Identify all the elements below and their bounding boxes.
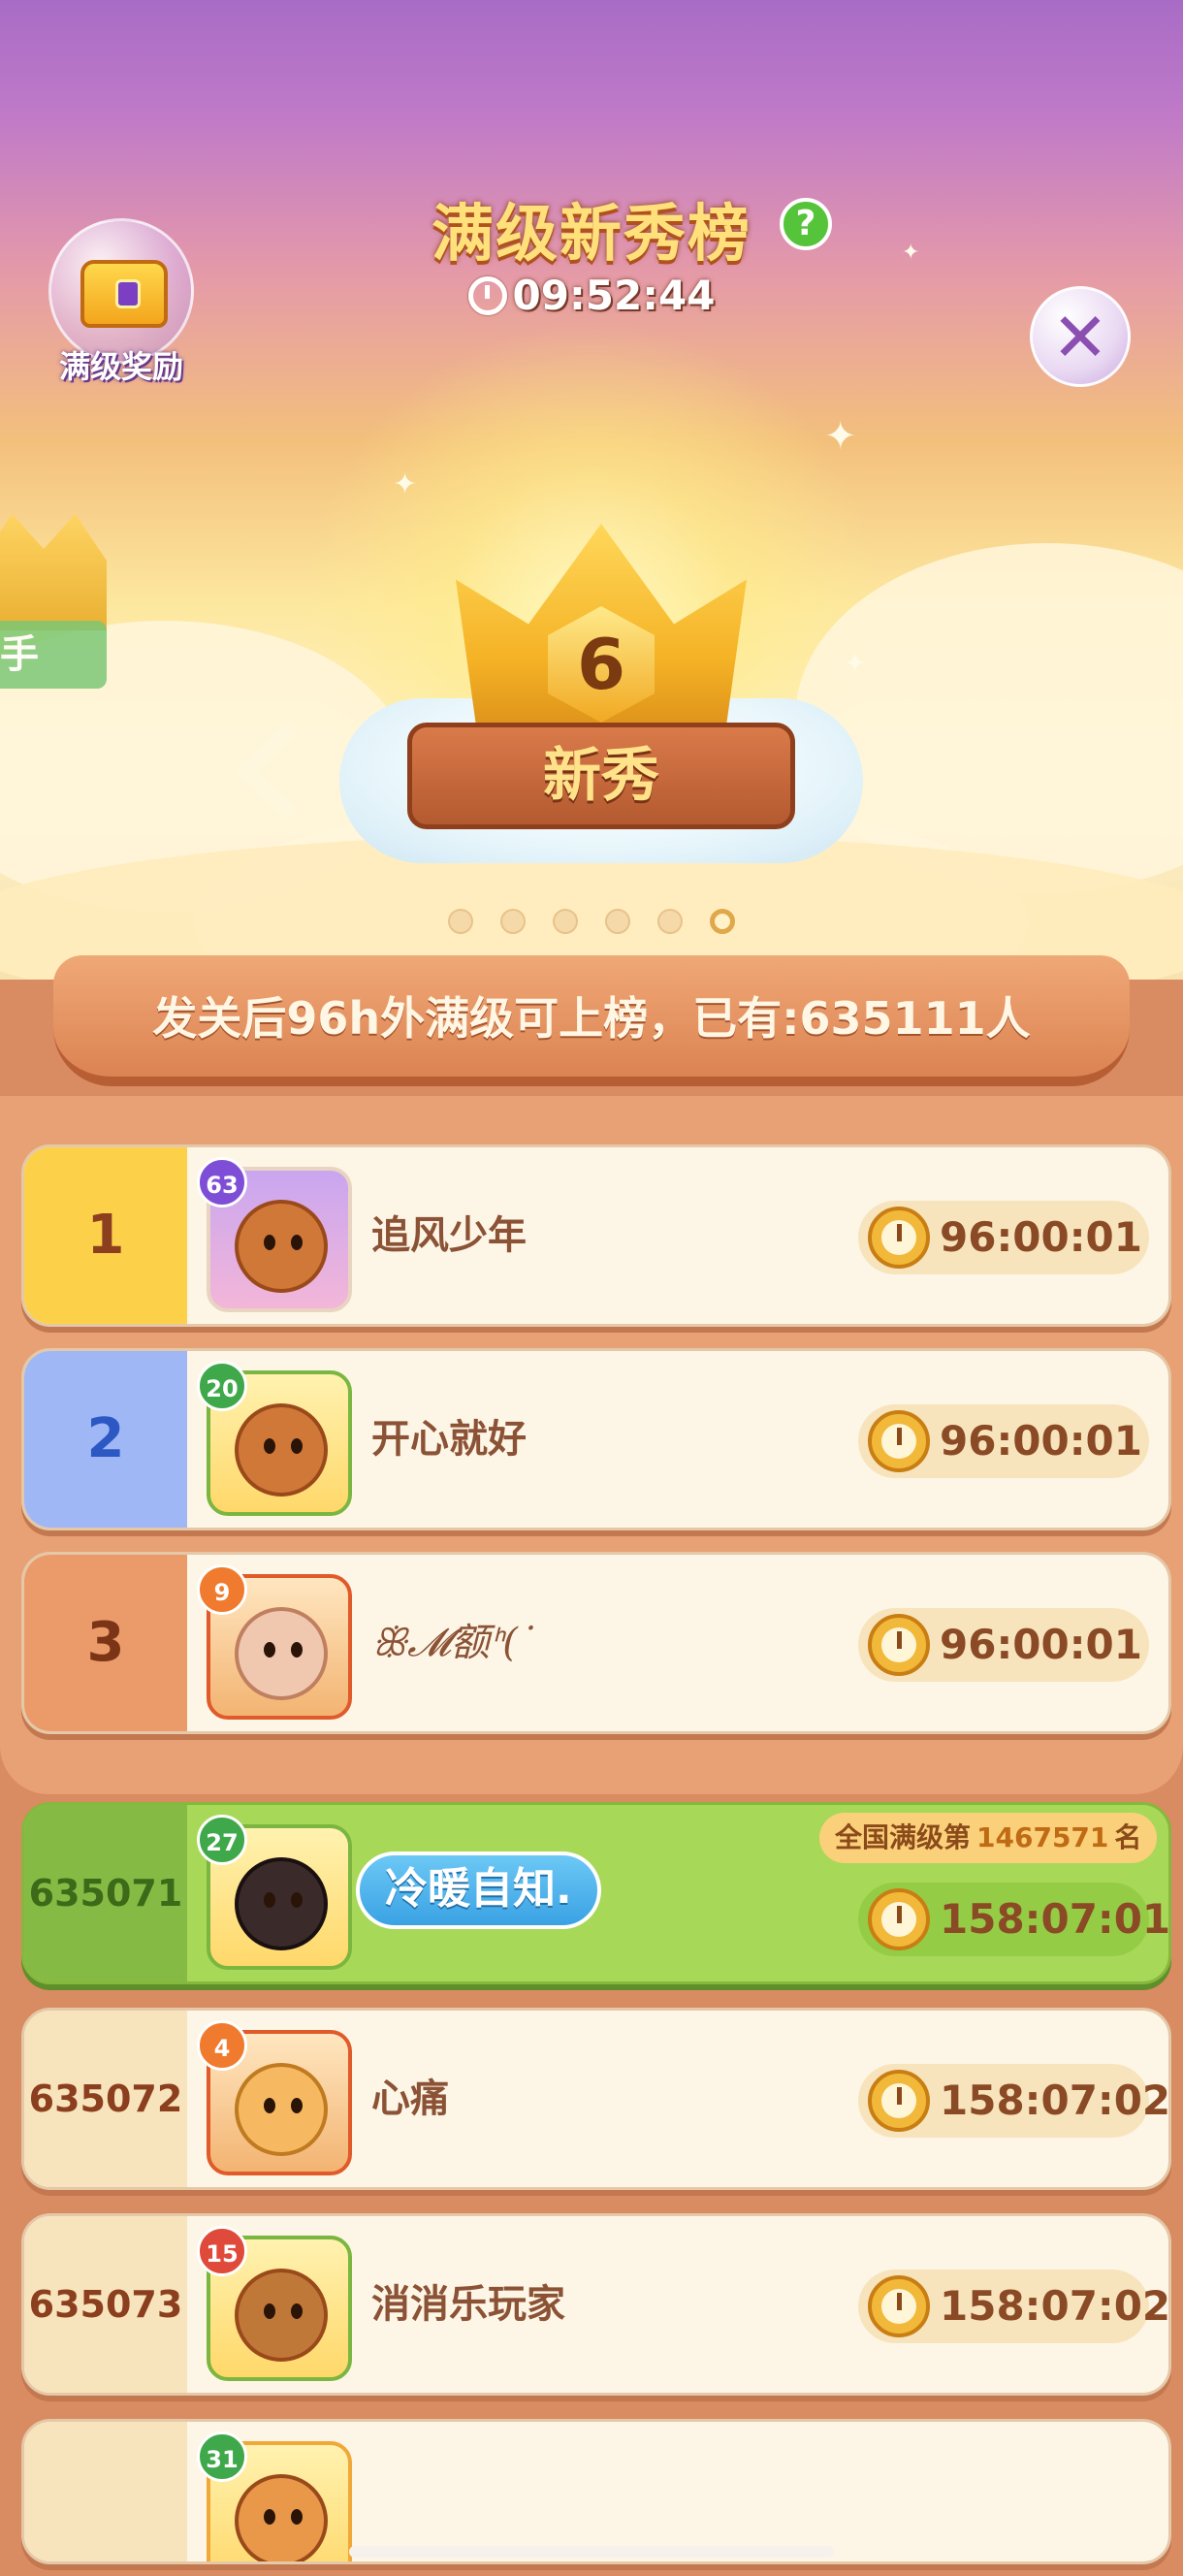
previous-arrow-button[interactable]	[233, 723, 301, 820]
clock-icon	[868, 1888, 930, 1950]
level-badge: 31	[197, 2431, 247, 2482]
rank-number: 635072	[24, 2011, 187, 2187]
clock-icon	[868, 1410, 930, 1472]
previous-rank-badge[interactable]: 手	[0, 504, 175, 718]
player-name: 冷暖自知.	[356, 1852, 601, 1929]
player-name: 追风少年	[371, 1213, 527, 1258]
sparkle-icon: ✦	[824, 414, 857, 459]
rank-number	[24, 2422, 187, 2561]
carousel-dots	[0, 909, 1183, 938]
leaderboard-row-3[interactable]: 3 9 ꕥ𝓜额ᑋ(˙ 96:00:01	[21, 1552, 1171, 1734]
reward-label: 满级奖励	[58, 348, 183, 385]
clock-icon	[868, 2275, 930, 2337]
header-background: ✦ ✦ ✦ ✦ 手 6 新秀	[0, 0, 1183, 980]
rank-title: 新秀	[407, 723, 795, 829]
finish-time: 158:07:01	[858, 1883, 1168, 1956]
player-name: 开心就好	[371, 1417, 527, 1462]
rank-emblem: 6 新秀	[330, 514, 873, 883]
level-badge: 27	[197, 1815, 247, 1865]
leaderboard-row[interactable]: 635072 4 心痛 158:07:02	[21, 2008, 1171, 2190]
countdown-value: 09:52:44	[512, 272, 716, 319]
carousel-dot[interactable]	[657, 909, 683, 934]
level-badge: 15	[197, 2226, 247, 2276]
national-rank-prefix: 全国满级第	[835, 1821, 972, 1853]
leaderboard-row-1[interactable]: 1 63 追风少年 96:00:01	[21, 1144, 1171, 1327]
rank-number: 635073	[24, 2216, 187, 2393]
clock-icon	[868, 1614, 930, 1676]
finish-time-value: 158:07:02	[940, 2282, 1171, 2330]
avatar-icon	[235, 2474, 328, 2561]
player-name: 消消乐玩家	[371, 2282, 565, 2327]
finish-time-value: 158:07:02	[940, 2077, 1171, 2124]
countdown-timer: 09:52:44	[0, 272, 1183, 319]
close-button[interactable]: ✕	[1030, 286, 1131, 387]
rank-number: 3	[24, 1555, 187, 1731]
carousel-dot[interactable]	[605, 909, 630, 934]
finish-time: 158:07:02	[858, 2064, 1168, 2138]
carousel-dot[interactable]	[500, 909, 526, 934]
my-leaderboard-row[interactable]: 635071 27 冷暖自知. 全国满级第 1467571 名 158:07:01	[21, 1802, 1171, 1984]
bear-avatar-icon	[235, 1200, 328, 1293]
help-icon[interactable]: ?	[780, 198, 832, 250]
finish-time: 96:00:01	[858, 1404, 1149, 1478]
bear-avatar-icon	[235, 2269, 328, 2362]
clock-icon	[868, 1207, 930, 1269]
previous-rank-label: 手	[0, 621, 107, 689]
national-rank-suffix: 名	[1114, 1821, 1142, 1853]
home-indicator[interactable]	[349, 2546, 834, 2558]
rank-number: 2	[24, 1351, 187, 1528]
clock-icon	[467, 276, 507, 315]
national-rank-badge: 全国满级第 1467571 名	[819, 1813, 1158, 1863]
clock-icon	[868, 2070, 930, 2132]
leaderboard-row-2[interactable]: 2 20 开心就好 96:00:01	[21, 1348, 1171, 1530]
chevron-left-icon	[238, 724, 296, 819]
finish-time: 96:00:01	[858, 1608, 1149, 1682]
player-name: ꕥ𝓜额ᑋ(˙	[371, 1621, 537, 1665]
carousel-dot[interactable]	[710, 909, 735, 934]
leaderboard-row[interactable]: 31	[21, 2419, 1171, 2564]
bear-avatar-icon	[235, 1403, 328, 1497]
sparkle-icon: ✦	[393, 467, 418, 501]
national-rank-value: 1467571	[976, 1821, 1109, 1853]
finish-time-value: 96:00:01	[940, 1213, 1142, 1261]
finish-time: 158:07:02	[858, 2270, 1168, 2343]
carousel-dot[interactable]	[448, 909, 473, 934]
finish-time-value: 158:07:01	[940, 1895, 1171, 1943]
rank-number: 635071	[24, 1805, 187, 1981]
finish-time: 96:00:01	[858, 1201, 1149, 1274]
level-badge: 63	[197, 1157, 247, 1208]
level-badge: 20	[197, 1361, 247, 1411]
level-badge: 4	[197, 2020, 247, 2071]
user-photo-avatar	[235, 1857, 328, 1950]
player-name: 心痛	[371, 2077, 449, 2121]
carousel-dot[interactable]	[553, 909, 578, 934]
sheep-avatar-icon	[235, 1607, 328, 1700]
rank-number: 1	[24, 1147, 187, 1324]
page-title: 满级新秀榜	[432, 199, 751, 271]
level-badge: 9	[197, 1564, 247, 1615]
crown-icon	[0, 514, 107, 630]
finish-time-value: 96:00:01	[940, 1417, 1142, 1465]
leaderboard-row[interactable]: 635073 15 消消乐玩家 158:07:02	[21, 2213, 1171, 2396]
leaderboard-info-banner: 发关后96h外满级可上榜，已有:635111人	[53, 955, 1130, 1086]
finish-time-value: 96:00:01	[940, 1621, 1142, 1668]
chick-avatar-icon	[235, 2063, 328, 2156]
